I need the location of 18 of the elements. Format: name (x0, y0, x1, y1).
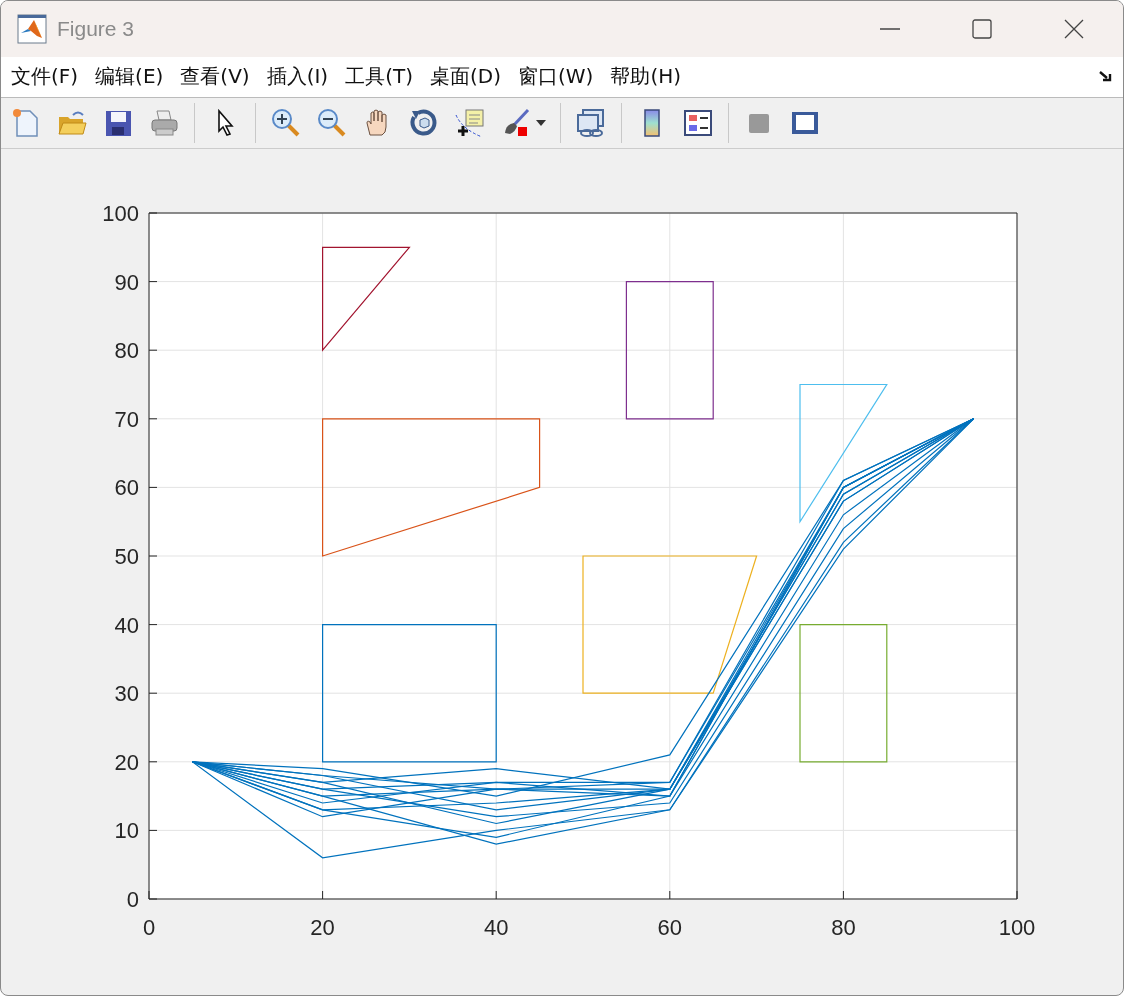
y-tick-label: 30 (114, 681, 139, 707)
y-tick-label: 40 (114, 612, 139, 638)
x-tick-label: 40 (483, 915, 509, 940)
y-tick-label: 0 (126, 887, 139, 912)
x-tick-label: 60 (657, 915, 683, 940)
x-tick-label: 80 (831, 915, 856, 940)
window-title: Figure 3 (57, 17, 135, 42)
y-tick-label: 100 (102, 201, 139, 226)
y-tick-label: 20 (114, 749, 139, 775)
x-tick-label: 100 (998, 915, 1036, 940)
x-tick-label: 20 (310, 915, 335, 940)
y-tick-label: 50 (114, 544, 139, 569)
y-tick-label: 90 (114, 269, 139, 295)
y-tick-label: 70 (114, 406, 139, 432)
y-tick-label: 60 (114, 475, 139, 501)
x-tick-label: 0 (142, 915, 156, 940)
y-tick-label: 80 (114, 338, 139, 364)
y-tick-label: 10 (114, 818, 139, 844)
